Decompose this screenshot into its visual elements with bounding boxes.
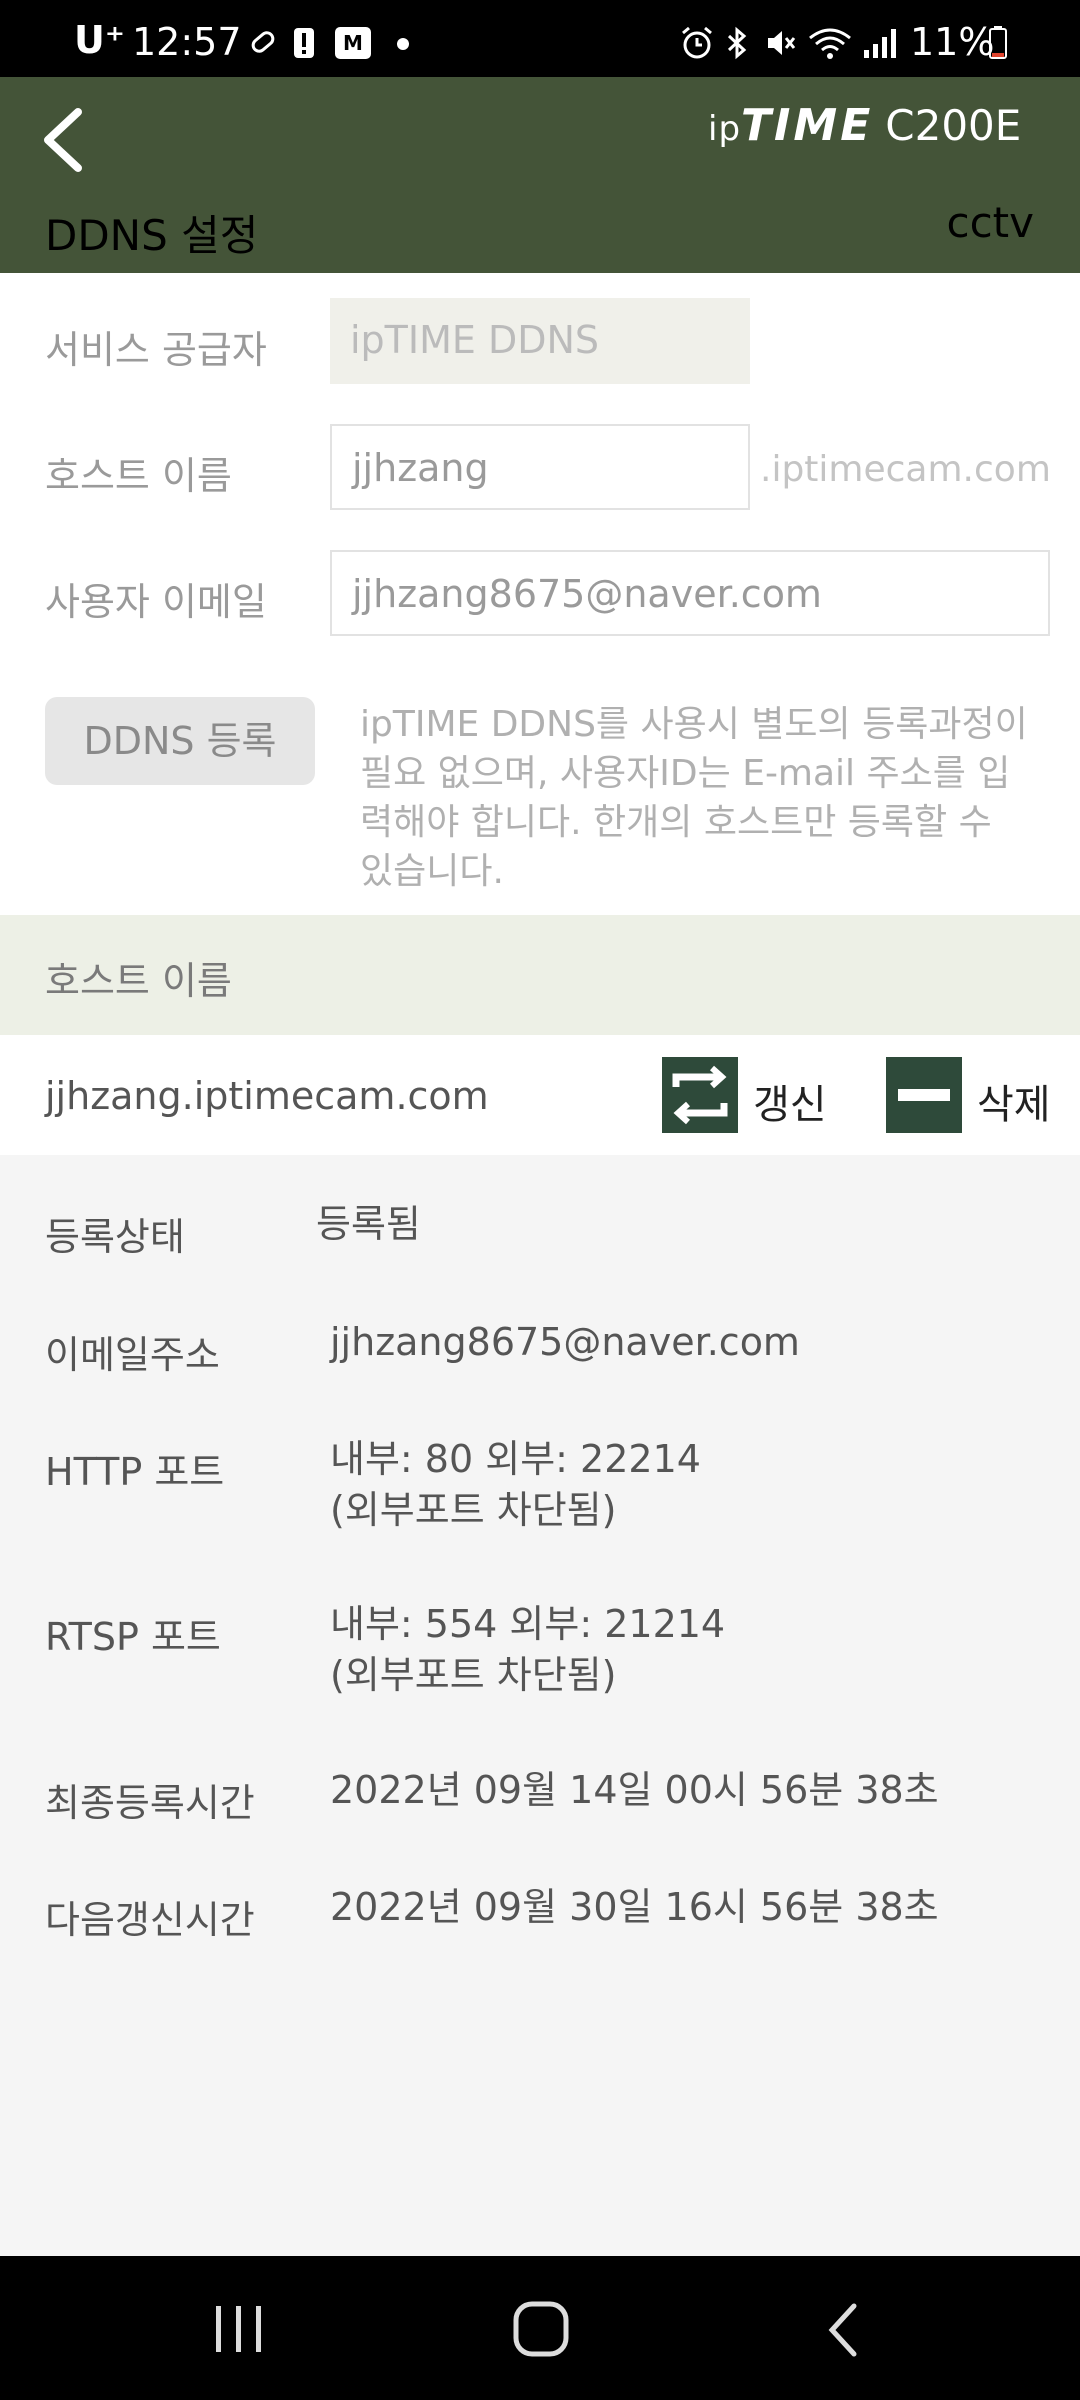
mstock-icon: M bbox=[335, 27, 371, 59]
last-registered-value: 2022년 09월 14일 00시 56분 38초 bbox=[330, 1768, 939, 1812]
host-input[interactable]: jjhzang bbox=[330, 424, 750, 510]
status-label: 등록상태 bbox=[45, 1215, 185, 1259]
bluetooth-icon bbox=[727, 26, 747, 60]
host-label: 호스트 이름 bbox=[45, 454, 232, 498]
delete-label[interactable]: 삭제 bbox=[977, 1072, 1051, 1130]
host-section-title: 호스트 이름 bbox=[45, 959, 232, 1003]
mute-icon bbox=[768, 31, 796, 55]
battery-percent: 11% bbox=[910, 20, 995, 64]
home-icon[interactable] bbox=[512, 2300, 570, 2358]
rtsp-port-note: (외부포트 차단됨) bbox=[330, 1653, 617, 1697]
http-port-note: (외부포트 차단됨) bbox=[330, 1488, 617, 1532]
next-update-value: 2022년 09월 30일 16시 56분 38초 bbox=[330, 1885, 939, 1929]
notification-dot-icon bbox=[397, 38, 409, 50]
signal-icon bbox=[864, 29, 896, 58]
minus-icon[interactable] bbox=[886, 1057, 962, 1133]
svg-text:M: M bbox=[343, 31, 363, 55]
rtsp-port-label: RTSP 포트 bbox=[45, 1615, 221, 1659]
brand-logo: ipTIME C200E bbox=[708, 100, 1021, 151]
provider-label: 서비스 공급자 bbox=[45, 328, 267, 372]
back-arrow-icon[interactable] bbox=[34, 100, 94, 180]
logo-time: TIME bbox=[741, 100, 874, 151]
last-registered-label: 최종등록시간 bbox=[45, 1781, 255, 1825]
page-title: DDNS 설정 bbox=[45, 211, 259, 260]
recent-apps-icon[interactable] bbox=[212, 2304, 266, 2354]
http-port-label: HTTP 포트 bbox=[45, 1450, 225, 1494]
email-input[interactable]: jjhzang8675@naver.com bbox=[330, 550, 1050, 636]
provider-field[interactable]: ipTIME DDNS bbox=[330, 298, 750, 384]
back-nav-icon[interactable] bbox=[824, 2302, 864, 2358]
system-nav-bar bbox=[0, 2256, 1080, 2400]
status-value: 등록됨 bbox=[316, 1202, 421, 1246]
registered-hostname: jjhzang.iptimecam.com bbox=[45, 1074, 489, 1118]
email-address-label: 이메일주소 bbox=[45, 1333, 220, 1377]
refresh-label[interactable]: 갱신 bbox=[753, 1072, 827, 1130]
refresh-icon[interactable] bbox=[662, 1057, 738, 1133]
http-port-value: 내부: 80 외부: 22214 bbox=[330, 1437, 701, 1481]
alarm-icon bbox=[682, 26, 712, 59]
carrier-label: U⁺ bbox=[74, 18, 125, 62]
logo-ip: ip bbox=[708, 109, 742, 149]
host-suffix: .iptimecam.com bbox=[760, 449, 1051, 490]
status-bar: U⁺ 12:57 M 11% bbox=[0, 0, 1080, 77]
status-time: 12:57 bbox=[132, 20, 242, 64]
pill-icon bbox=[251, 31, 275, 53]
next-update-label: 다음갱신시간 bbox=[45, 1898, 255, 1942]
ddns-note: ipTIME DDNS를 사용시 별도의 등록과정이 필요 없으며, 사용자ID… bbox=[360, 704, 1028, 892]
device-name: cctv bbox=[946, 198, 1034, 247]
email-label: 사용자 이메일 bbox=[45, 580, 267, 624]
email-address-value: jjhzang8675@naver.com bbox=[330, 1320, 800, 1364]
ddns-register-button[interactable]: DDNS 등록 bbox=[45, 697, 315, 785]
alert-icon bbox=[294, 28, 314, 58]
wifi-icon bbox=[809, 28, 851, 59]
model-name: C200E bbox=[885, 101, 1022, 150]
battery-icon bbox=[989, 26, 1007, 59]
rtsp-port-value: 내부: 554 외부: 21214 bbox=[330, 1602, 726, 1646]
